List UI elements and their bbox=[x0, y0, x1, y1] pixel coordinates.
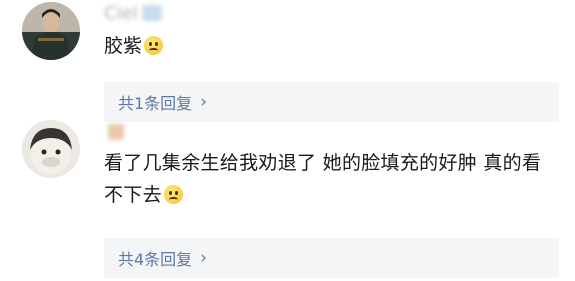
avatar[interactable] bbox=[22, 2, 80, 60]
avatar-image bbox=[22, 120, 80, 178]
chevron-right-icon: › bbox=[200, 92, 207, 112]
comment-item: Ciel 胶紫 共1条回复 › bbox=[0, 0, 575, 122]
user-badge-icon bbox=[108, 124, 124, 140]
user-badge-icon bbox=[141, 5, 162, 21]
comment-text-body: 胶紫 bbox=[104, 35, 143, 57]
comment-text: 看了几集余生给我劝退了 她的脸填充的好肿 真的看不下去 bbox=[104, 147, 559, 211]
username-text: Ciel bbox=[104, 2, 138, 24]
username[interactable] bbox=[104, 119, 124, 145]
pleading-face-icon bbox=[163, 185, 183, 204]
replies-count-label: 共4条回复 bbox=[118, 250, 193, 269]
comment-item: 看了几集余生给我劝退了 她的脸填充的好肿 真的看不下去 共4条回复 › bbox=[0, 118, 575, 281]
comment-text: 胶紫 bbox=[104, 30, 559, 62]
username[interactable]: Ciel bbox=[104, 0, 162, 26]
view-replies-button[interactable]: 共4条回复 › bbox=[104, 238, 559, 278]
view-replies-button[interactable]: 共1条回复 › bbox=[104, 82, 559, 122]
avatar[interactable] bbox=[22, 120, 80, 178]
avatar-image bbox=[22, 2, 80, 60]
replies-count-label: 共1条回复 bbox=[118, 94, 193, 113]
chevron-right-icon: › bbox=[200, 248, 207, 268]
laughing-face-icon bbox=[144, 36, 164, 55]
